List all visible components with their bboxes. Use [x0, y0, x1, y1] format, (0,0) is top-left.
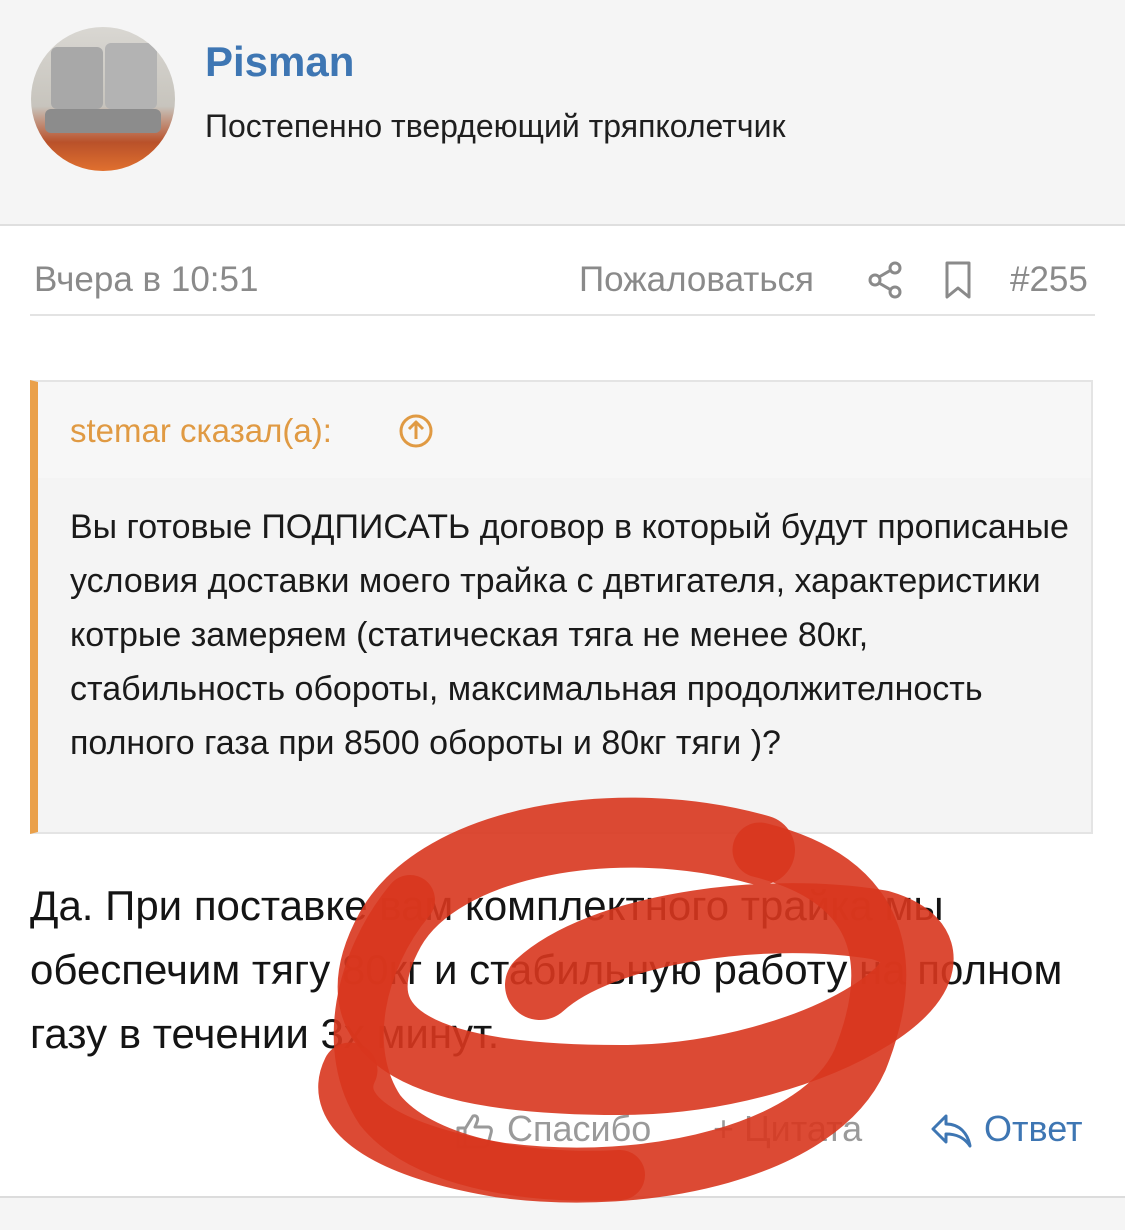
- post-number[interactable]: #255: [1010, 260, 1088, 300]
- quote-author[interactable]: stemar сказал(а):: [70, 412, 332, 450]
- username[interactable]: Pisman: [205, 38, 354, 86]
- quote-block: stemar сказал(а): Вы готовые ПОДПИСАТЬ д…: [30, 380, 1093, 834]
- quote-text: Вы готовые ПОДПИСАТЬ договор в который б…: [70, 508, 1069, 762]
- post-meta: Вчера в 10:51 Пожаловаться #255: [30, 252, 1095, 316]
- arrow-up-circle-icon[interactable]: [398, 413, 434, 449]
- post-actions: Спасибо + Цитата Ответ: [0, 1104, 1125, 1154]
- post-divider: [0, 1196, 1125, 1230]
- post-body: Да. При поставке вам комплектного трайка…: [30, 882, 1063, 1057]
- reply-label: Ответ: [984, 1108, 1083, 1149]
- report-link[interactable]: Пожаловаться: [579, 260, 814, 300]
- bookmark-icon[interactable]: [938, 260, 978, 300]
- quote-header: stemar сказал(а):: [38, 382, 1091, 478]
- user-title: Постепенно твердеющий тряпколетчик: [205, 108, 786, 144]
- quote-button[interactable]: + Цитата: [713, 1108, 862, 1150]
- avatar[interactable]: [31, 27, 175, 171]
- reply-arrow-icon: [931, 1114, 972, 1148]
- like-label: Спасибо: [507, 1108, 652, 1149]
- user-header: Pisman Постепенно твердеющий тряпколетчи…: [0, 0, 1125, 226]
- thumbs-up-icon: [456, 1114, 493, 1149]
- share-icon[interactable]: [866, 260, 906, 300]
- post-date[interactable]: Вчера в 10:51: [34, 260, 258, 300]
